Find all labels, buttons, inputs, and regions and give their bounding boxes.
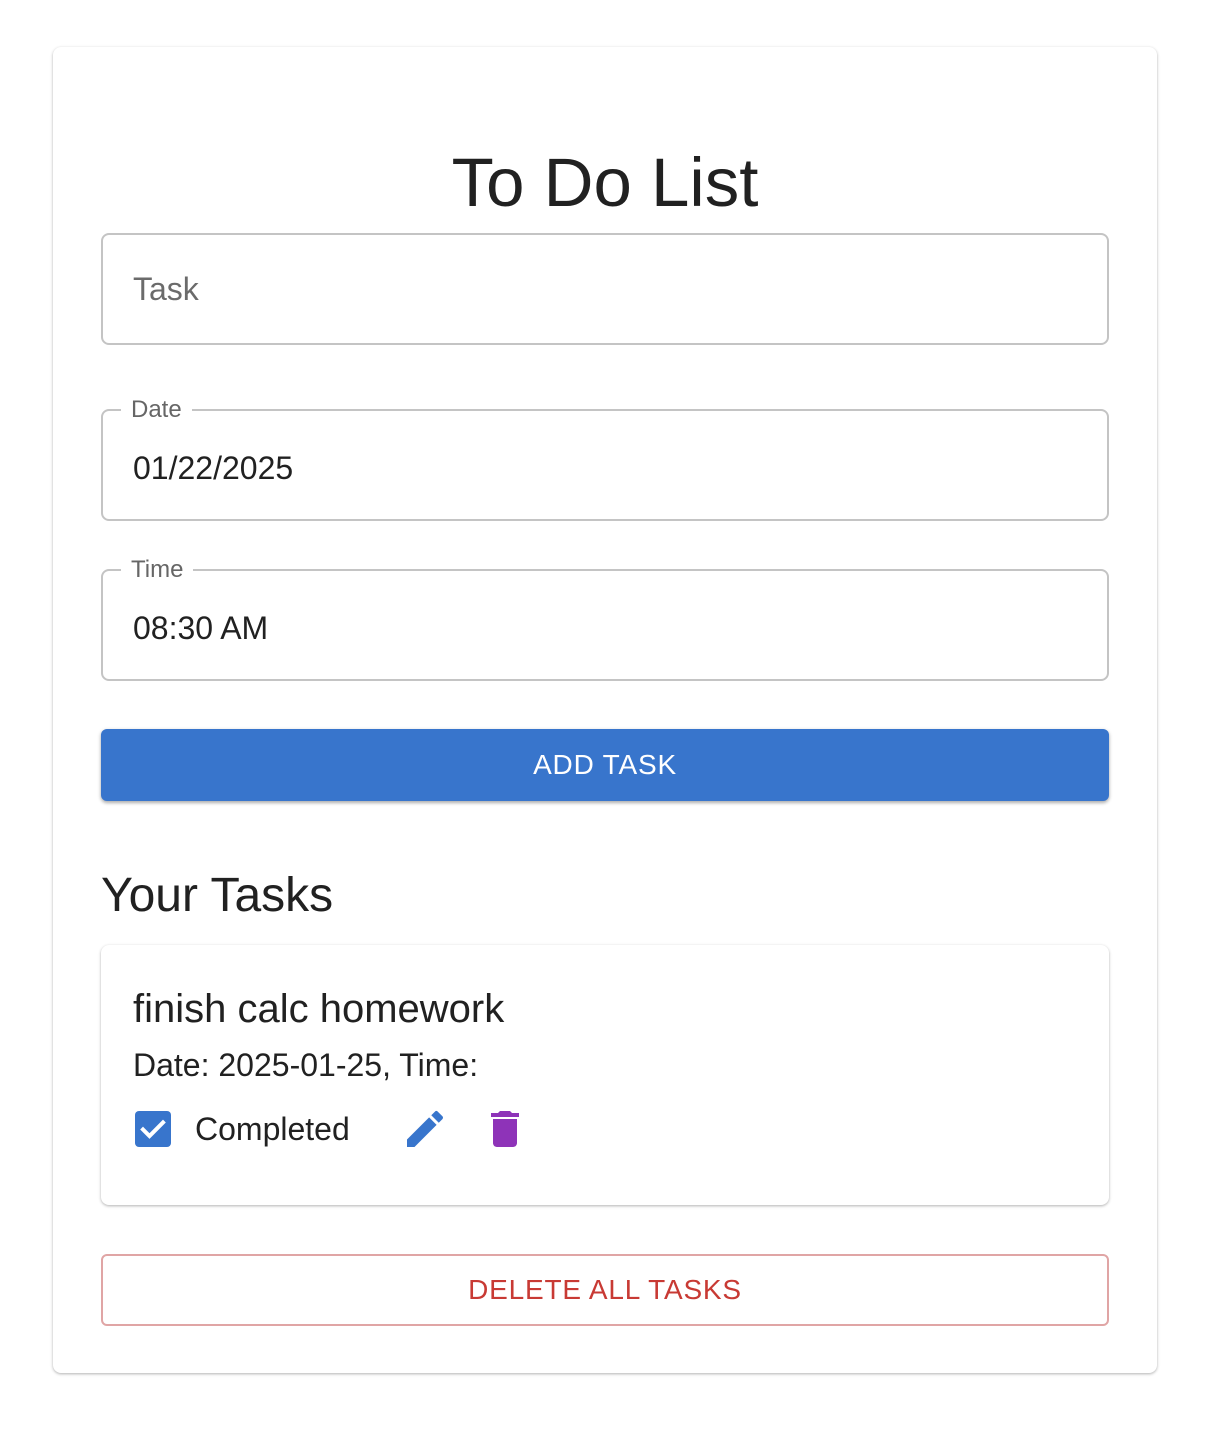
task-field[interactable] — [101, 233, 1109, 345]
task-input[interactable] — [133, 235, 1073, 343]
task-actions: Completed — [133, 1109, 733, 1151]
completed-checkbox[interactable] — [135, 1111, 171, 1147]
completed-label: Completed — [195, 1111, 350, 1147]
date-field[interactable]: Date — [101, 395, 1109, 522]
task-date-time: Date: 2025-01-25, Time: — [133, 1047, 479, 1083]
pencil-icon — [407, 1110, 444, 1147]
edit-task-button[interactable] — [401, 1105, 449, 1153]
delete-task-button[interactable] — [481, 1105, 529, 1153]
trash-icon — [491, 1111, 519, 1147]
your-tasks-heading: Your Tasks — [101, 869, 334, 922]
delete-all-tasks-button[interactable]: DELETE ALL TASKS — [101, 1254, 1109, 1326]
task-name: finish calc homework — [133, 987, 505, 1031]
task-item: finish calc homework Date: 2025-01-25, T… — [101, 945, 1109, 1205]
checkmark-icon — [140, 1119, 166, 1139]
add-task-button[interactable]: ADD TASK — [101, 729, 1109, 801]
time-field[interactable]: Time — [101, 555, 1109, 682]
todo-card: To Do List Date Time ADD TASK Your Tasks… — [53, 47, 1157, 1373]
time-input[interactable] — [133, 574, 1073, 682]
date-input[interactable] — [133, 414, 1073, 522]
page-title: To Do List — [451, 144, 759, 221]
